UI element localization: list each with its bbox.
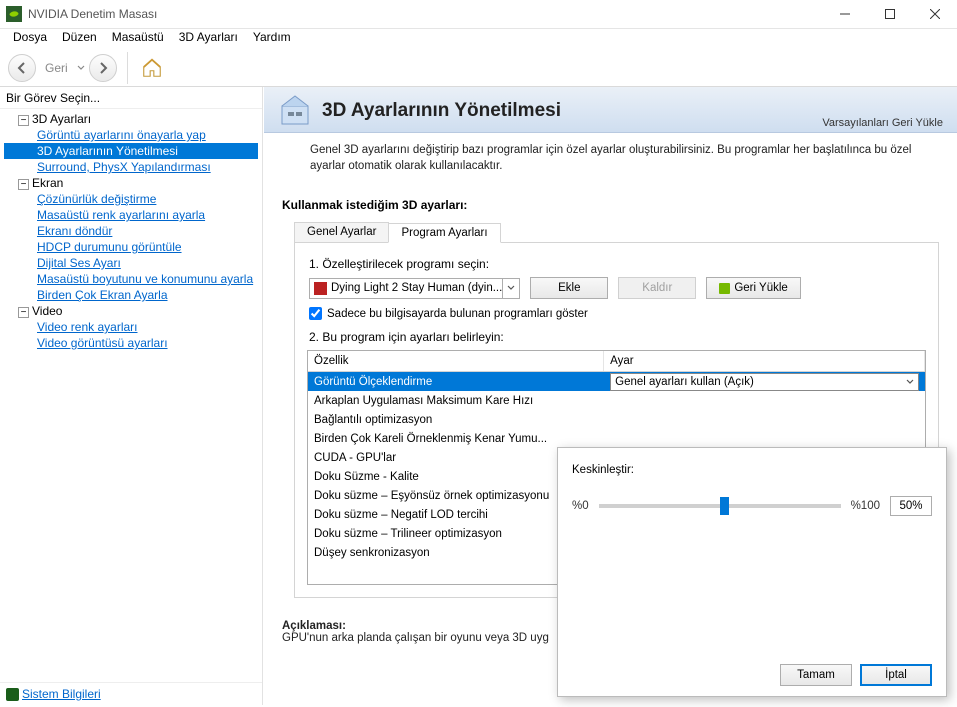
slider-max-label: %100 — [851, 500, 880, 512]
tree-expander-icon[interactable]: − — [18, 307, 29, 318]
tab-global[interactable]: Genel Ayarlar — [294, 222, 389, 242]
tab-strip: Genel Ayarlar Program Ayarları — [294, 222, 939, 243]
tree-expander-icon[interactable]: − — [18, 115, 29, 126]
tree-item[interactable]: Surround, PhysX Yapılandırması — [4, 159, 258, 175]
program-dropdown-text: Dying Light 2 Stay Human (dyin... — [331, 282, 502, 294]
back-dropdown-icon[interactable] — [77, 64, 85, 72]
ok-button[interactable]: Tamam — [780, 664, 852, 686]
slider-value-box: 50% — [890, 496, 932, 516]
nvidia-icon — [719, 283, 730, 294]
chevron-down-icon — [502, 279, 519, 298]
remove-button: Kaldır — [618, 277, 696, 299]
tree-group[interactable]: −Video — [4, 303, 258, 319]
app-icon — [6, 6, 22, 22]
menu-desktop[interactable]: Masaüstü — [105, 29, 171, 49]
menu-file[interactable]: Dosya — [6, 29, 54, 49]
setting-name: Bağlantılı optimizasyon — [308, 412, 604, 428]
table-header-feature: Özellik — [308, 351, 604, 371]
chevron-down-icon — [906, 378, 914, 386]
tree-expander-icon[interactable]: − — [18, 179, 29, 190]
tab-program[interactable]: Program Ayarları — [388, 223, 500, 243]
setting-name: Görüntü Ölçeklendirme — [308, 374, 604, 390]
task-sidebar: Bir Görev Seçin... −3D AyarlarıGörüntü a… — [0, 87, 263, 705]
sharpen-label: Keskinleştir: — [572, 464, 932, 476]
tree-item[interactable]: Dijital Ses Ayarı — [4, 255, 258, 271]
tree-item[interactable]: Masaüstü boyutunu ve konumunu ayarla — [4, 271, 258, 287]
close-button[interactable] — [912, 0, 957, 28]
only-installed-label: Sadece bu bilgisayarda bulunan programla… — [327, 308, 588, 320]
explanation-text: GPU'nun arka planda çalışan bir oyunu ve… — [282, 632, 549, 644]
setting-value-dropdown[interactable]: Genel ayarları kullan (Açık) — [610, 373, 919, 391]
sidebar-header: Bir Görev Seçin... — [0, 87, 262, 109]
step1-label: 1. Özelleştirilecek programı seçin: — [309, 257, 926, 271]
setting-value-cell[interactable]: Genel ayarları kullan (Açık) — [604, 372, 925, 393]
system-info-link[interactable]: Sistem Bilgileri — [22, 687, 101, 701]
menu-help[interactable]: Yardım — [246, 29, 298, 49]
home-button[interactable] — [138, 54, 166, 82]
slider-min-label: %0 — [572, 500, 589, 512]
forward-button[interactable] — [89, 54, 117, 82]
table-row[interactable]: Birden Çok Kareli Örneklenmiş Kenar Yumu… — [308, 429, 925, 448]
tree-item[interactable]: Video görüntüsü ayarları — [4, 335, 258, 351]
slider-thumb[interactable] — [720, 497, 729, 515]
restore-defaults-link[interactable]: Varsayılanları Geri Yükle — [822, 117, 943, 129]
section-heading: Kullanmak istediğim 3D ayarları: — [282, 192, 939, 222]
table-row[interactable]: Bağlantılı optimizasyon — [308, 410, 925, 429]
page-header-icon — [278, 94, 312, 128]
navigation-toolbar: Geri — [0, 49, 957, 87]
table-header-setting: Ayar — [604, 351, 925, 371]
add-button[interactable]: Ekle — [530, 277, 608, 299]
maximize-button[interactable] — [867, 0, 912, 28]
only-installed-checkbox[interactable] — [309, 307, 322, 320]
tree-item[interactable]: 3D Ayarlarının Yönetilmesi — [4, 143, 258, 159]
back-button[interactable] — [8, 54, 36, 82]
setting-value-cell[interactable] — [604, 437, 925, 441]
page-title: 3D Ayarlarının Yönetilmesi — [322, 100, 561, 122]
step2-label: 2. Bu program için ayarları belirleyin: — [309, 330, 926, 344]
tree-item[interactable]: Ekranı döndür — [4, 223, 258, 239]
table-row[interactable]: Görüntü Ölçeklendirme Genel ayarları kull… — [308, 372, 925, 391]
intro-text: Genel 3D ayarlarını değiştirip bazı prog… — [264, 133, 957, 184]
tree-item[interactable]: Çözünürlük değiştirme — [4, 191, 258, 207]
restore-button-label: Geri Yükle — [734, 282, 787, 294]
minimize-button[interactable] — [822, 0, 867, 28]
program-dropdown[interactable]: Dying Light 2 Stay Human (dyin... — [309, 278, 520, 299]
window-title: NVIDIA Denetim Masası — [28, 7, 822, 21]
tree-item[interactable]: Video renk ayarları — [4, 319, 258, 335]
setting-name: Arkaplan Uygulaması Maksimum Kare Hızı — [308, 393, 604, 409]
window-titlebar: NVIDIA Denetim Masası — [0, 0, 957, 29]
restore-button[interactable]: Geri Yükle — [706, 277, 800, 299]
sharpen-slider[interactable] — [599, 504, 841, 508]
tree-item[interactable]: Masaüstü renk ayarlarını ayarla — [4, 207, 258, 223]
sharpen-popup: Keskinleştir: %0 %100 50% Tamam İptal — [557, 447, 947, 697]
tree-group[interactable]: −3D Ayarları — [4, 111, 258, 127]
program-icon — [314, 282, 327, 295]
setting-value-cell[interactable] — [604, 418, 925, 422]
menu-3d[interactable]: 3D Ayarları — [172, 29, 245, 49]
menubar: Dosya Düzen Masaüstü 3D Ayarları Yardım — [0, 29, 957, 49]
setting-name: Birden Çok Kareli Örneklenmiş Kenar Yumu… — [308, 431, 604, 447]
setting-value-cell[interactable] — [604, 399, 925, 403]
only-installed-checkbox-row[interactable]: Sadece bu bilgisayarda bulunan programla… — [309, 307, 926, 320]
back-label: Geri — [45, 61, 68, 75]
page-header: 3D Ayarlarının Yönetilmesi Varsayılanlar… — [264, 87, 957, 133]
toolbar-separator — [127, 52, 128, 84]
cancel-button[interactable]: İptal — [860, 664, 932, 686]
tree-item[interactable]: Birden Çok Ekran Ayarla — [4, 287, 258, 303]
sysinfo-icon — [6, 688, 19, 701]
table-row[interactable]: Arkaplan Uygulaması Maksimum Kare Hızı — [308, 391, 925, 410]
task-tree: −3D AyarlarıGörüntü ayarlarını önayarla … — [0, 109, 262, 682]
tree-group[interactable]: −Ekran — [4, 175, 258, 191]
tree-item[interactable]: HDCP durumunu görüntüle — [4, 239, 258, 255]
tree-item[interactable]: Görüntü ayarlarını önayarla yap — [4, 127, 258, 143]
menu-edit[interactable]: Düzen — [55, 29, 104, 49]
